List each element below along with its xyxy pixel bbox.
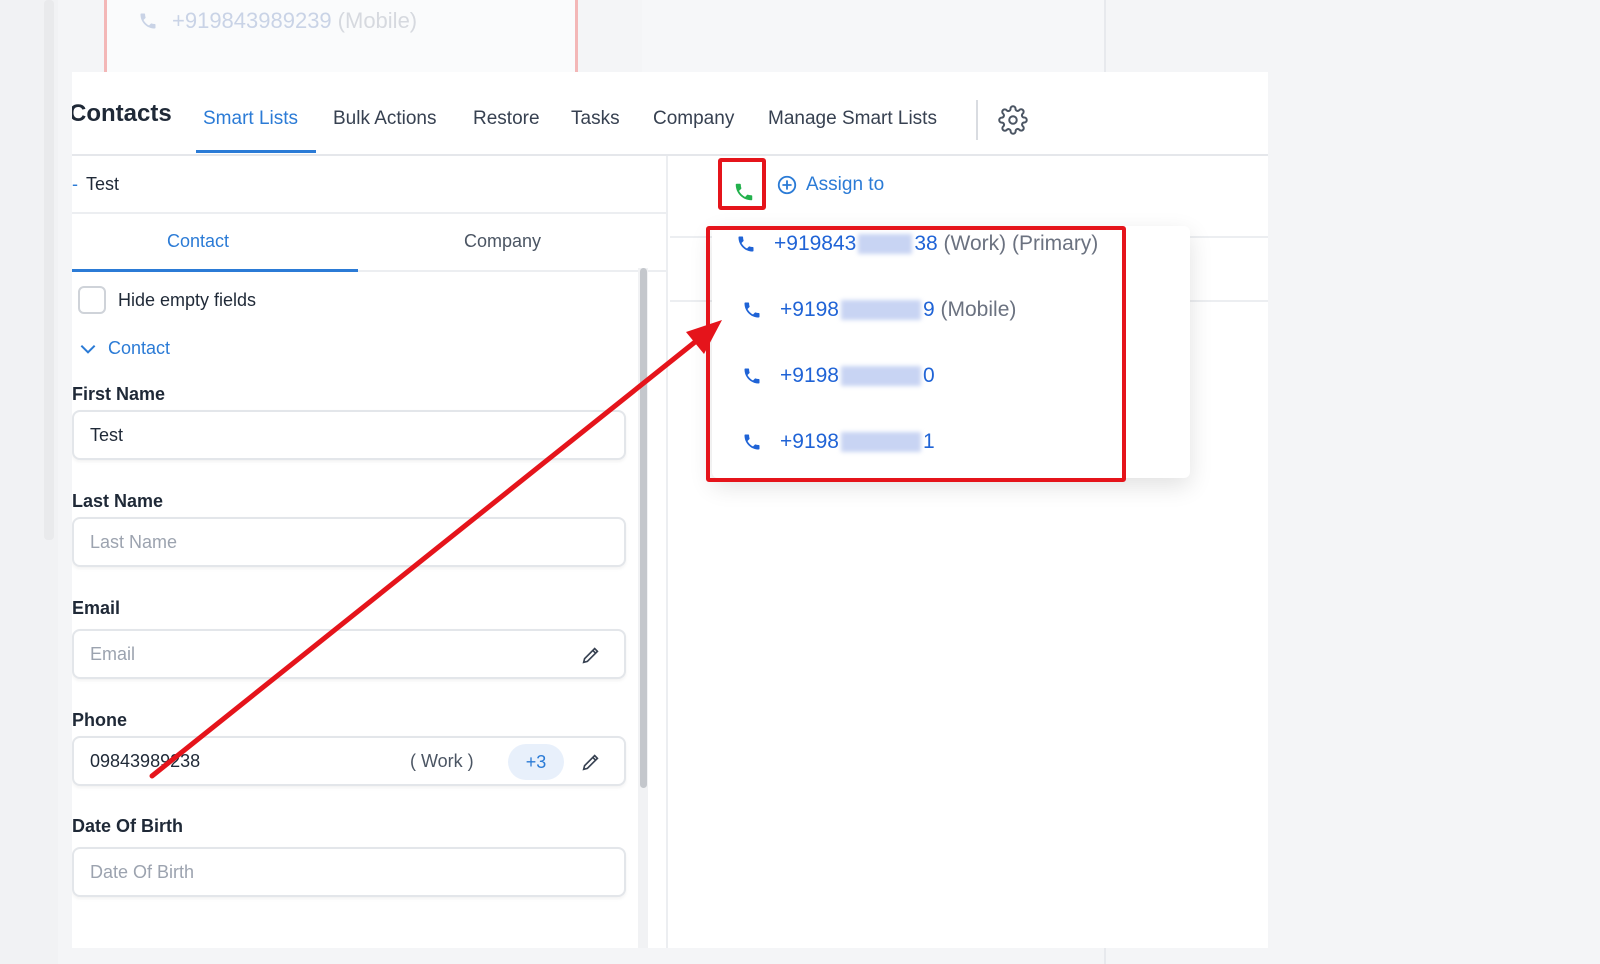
detail-tab-indicator xyxy=(72,269,358,272)
hide-empty-fields-row: Hide empty fields xyxy=(78,286,256,314)
assign-to-button[interactable]: Assign to xyxy=(776,174,884,196)
contact-section-title: Contact xyxy=(108,338,171,358)
breadcrumb-contact-name[interactable]: Test xyxy=(86,174,119,195)
phone-value: 09843989238 xyxy=(90,750,201,771)
last-name-label: Last Name xyxy=(72,491,164,511)
tab-contact[interactable]: Contact xyxy=(167,231,229,252)
hide-empty-fields-label: Hide empty fields xyxy=(118,289,257,310)
background-phone: +919843989239 (Mobile) xyxy=(138,8,417,34)
breadcrumb: - Test xyxy=(72,174,119,195)
last-name-placeholder: Last Name xyxy=(90,531,178,552)
chevron-down-icon xyxy=(80,344,96,354)
first-name-field[interactable]: Test xyxy=(72,410,626,460)
tab-company-details[interactable]: Company xyxy=(464,231,541,252)
gear-icon[interactable] xyxy=(998,105,1028,135)
contacts-panel: Contacts Smart Lists Bulk Actions Restor… xyxy=(72,72,1268,948)
tab-restore[interactable]: Restore xyxy=(473,108,540,130)
more-phones-badge[interactable]: +3 xyxy=(508,744,564,780)
hide-empty-fields-checkbox[interactable] xyxy=(78,286,106,314)
email-label: Email xyxy=(72,598,121,618)
dob-placeholder: Date Of Birth xyxy=(90,861,195,882)
first-name-value: Test xyxy=(90,424,124,445)
dob-label: Date Of Birth xyxy=(72,816,184,836)
tab-company[interactable]: Company xyxy=(653,108,734,130)
call-button-highlight xyxy=(718,158,766,210)
top-navigation: Contacts Smart Lists Bulk Actions Restor… xyxy=(72,72,1268,156)
background-phone-type: (Mobile) xyxy=(337,8,418,33)
phone-type-tag: ( Work ) xyxy=(410,751,474,771)
edit-phone-icon[interactable] xyxy=(580,751,602,773)
plus-circle-icon xyxy=(777,175,797,195)
background-column xyxy=(642,0,1104,72)
contact-section-header[interactable]: Contact xyxy=(78,338,170,359)
activity-pane: Assign to +919843 38 (Work) (Primary) +91… xyxy=(670,156,1268,948)
breadcrumb-dash: - xyxy=(72,174,78,194)
email-placeholder: Email xyxy=(90,643,136,664)
background-scrollbar xyxy=(44,0,54,540)
details-scrollbar[interactable] xyxy=(638,268,648,948)
active-tab-indicator xyxy=(196,150,316,153)
detail-tabs: Contact Company xyxy=(72,212,668,272)
phone-icon xyxy=(140,13,156,29)
phone-field[interactable]: 09843989238 ( Work ) +3 xyxy=(72,736,626,786)
contact-details-pane: - Test Contact Company Hide empty fields… xyxy=(72,156,668,948)
page-title: Contacts xyxy=(72,100,172,127)
background-phone-number: +919843989239 xyxy=(172,8,332,33)
phone-label: Phone xyxy=(72,710,128,730)
nav-divider xyxy=(976,100,978,140)
assign-to-label: Assign to xyxy=(806,174,885,195)
tab-smart-lists[interactable]: Smart Lists xyxy=(203,108,298,130)
edit-email-icon[interactable] xyxy=(580,644,602,666)
tab-tasks[interactable]: Tasks xyxy=(571,108,620,130)
tab-manage-smart-lists[interactable]: Manage Smart Lists xyxy=(768,108,937,130)
dob-field[interactable]: Date Of Birth xyxy=(72,847,626,897)
first-name-label: First Name xyxy=(72,384,166,404)
tab-bulk-actions[interactable]: Bulk Actions xyxy=(333,108,437,130)
email-field[interactable]: Email xyxy=(72,629,626,679)
scrollbar-thumb[interactable] xyxy=(640,268,647,788)
last-name-field[interactable]: Last Name xyxy=(72,517,626,567)
phone-dropdown-highlight xyxy=(706,226,1126,482)
